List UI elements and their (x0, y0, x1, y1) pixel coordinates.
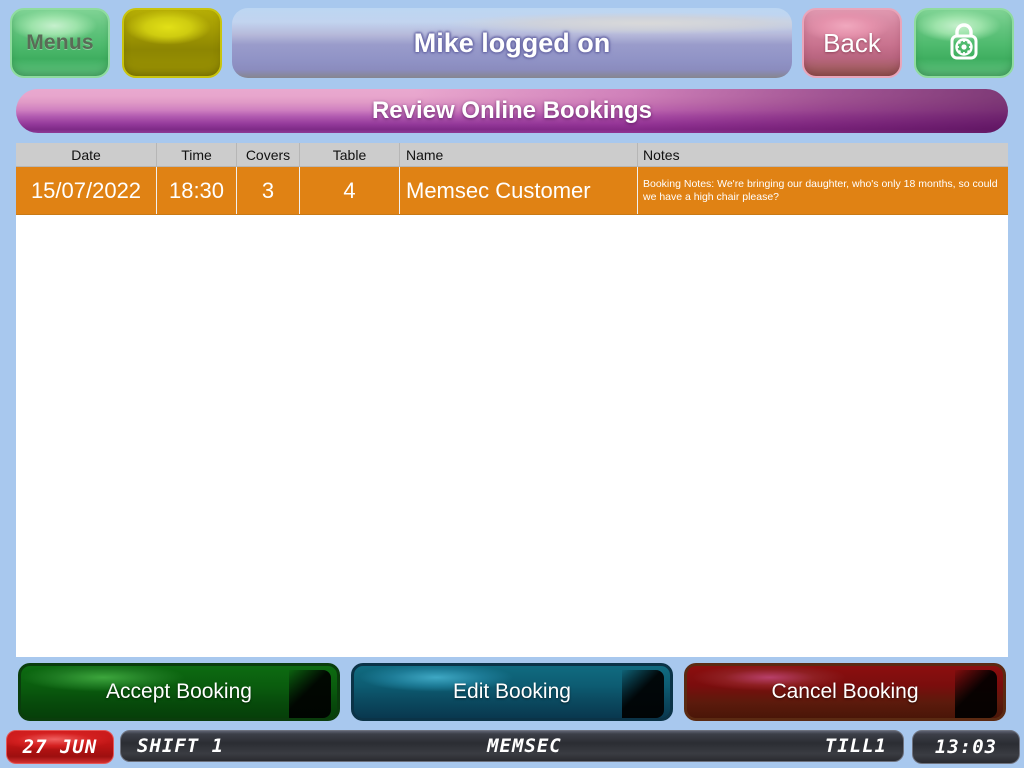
status-date-badge: 27 JUN (6, 730, 114, 764)
edit-booking-label: Edit Booking (453, 680, 571, 703)
column-header-name: Name (400, 143, 638, 166)
cell-time: 18:30 (157, 167, 237, 214)
column-header-date: Date (16, 143, 157, 166)
edit-booking-button[interactable]: Edit Booking (351, 663, 673, 721)
cancel-booking-label: Cancel Booking (771, 680, 919, 703)
lock-button[interactable] (914, 8, 1014, 78)
cancel-booking-button[interactable]: Cancel Booking (684, 663, 1006, 721)
back-button-label: Back (823, 27, 881, 58)
top-toolbar: Menus Mike logged on Back (0, 0, 1024, 86)
page-title: Review Online Bookings (371, 97, 653, 124)
table-row[interactable]: 15/07/2022 18:30 3 4 Memsec Customer Boo… (16, 167, 1008, 215)
column-header-notes: Notes (643, 146, 680, 163)
accept-booking-button[interactable]: Accept Booking (18, 663, 340, 721)
menus-button-label: Menus (26, 31, 94, 54)
status-time-badge: 13:03 (912, 730, 1020, 764)
menus-button[interactable]: Menus (10, 8, 110, 78)
page-title-bar: Review Online Bookings (16, 89, 1008, 133)
cell-notes: Booking Notes: We're bringing our daught… (638, 167, 1008, 214)
status-till-label: TILL1 (824, 735, 887, 757)
blank-toolbar-button[interactable] (122, 8, 222, 78)
column-header-table: Table (300, 143, 400, 166)
bookings-table: Date Time Covers Table Name Notes 15/07/… (16, 143, 1008, 657)
padlock-icon (946, 19, 982, 68)
logged-on-banner: Mike logged on (232, 8, 792, 78)
column-header-covers: Covers (237, 143, 300, 166)
accept-booking-label: Accept Booking (106, 680, 252, 703)
booking-notes-text: Booking Notes: We're bringing our daught… (643, 177, 998, 203)
cell-date: 15/07/2022 (16, 167, 157, 214)
status-shift-label: SHIFT 1 (137, 735, 225, 757)
status-time-label: 13:03 (934, 736, 998, 758)
status-date-label: 27 JUN (22, 736, 98, 758)
cell-name: Memsec Customer (400, 167, 638, 214)
column-header-time: Time (157, 143, 237, 166)
back-button[interactable]: Back (802, 8, 902, 78)
status-bar: 27 JUN SHIFT 1 MEMSEC TILL1 13:03 (0, 728, 1024, 768)
cell-covers: 3 (237, 167, 300, 214)
cell-table: 4 (300, 167, 400, 214)
action-button-bar: Accept Booking Edit Booking Cancel Booki… (0, 663, 1024, 723)
logged-on-label: Mike logged on (413, 27, 611, 58)
status-venue-label: MEMSEC (487, 735, 562, 757)
table-header-row: Date Time Covers Table Name Notes (16, 143, 1008, 167)
status-main-panel: SHIFT 1 MEMSEC TILL1 (120, 730, 904, 762)
